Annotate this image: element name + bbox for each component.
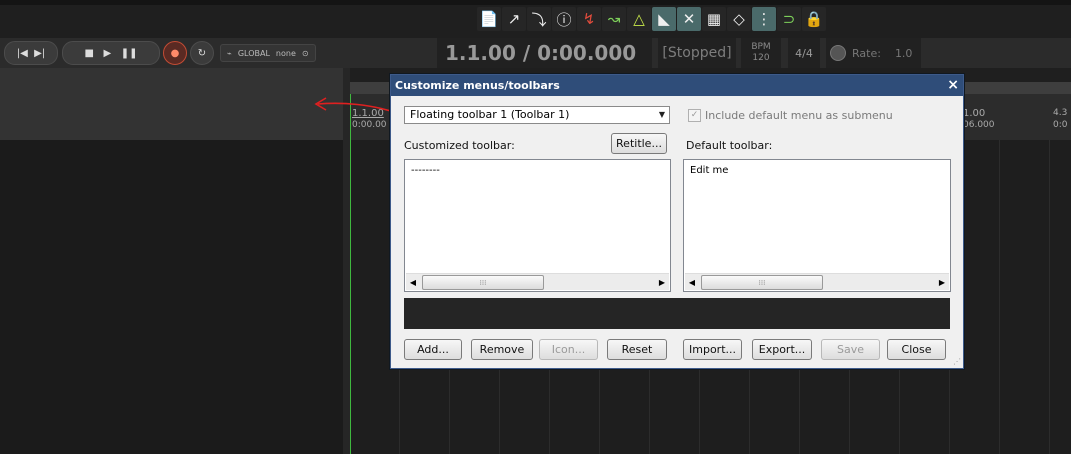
rate-value: 1.0 xyxy=(894,46,913,60)
global-value: none xyxy=(275,48,296,58)
list-item[interactable]: -------- xyxy=(411,165,440,176)
ruler-time-label: 0:00.00 xyxy=(352,120,387,130)
toolbar-preview xyxy=(404,298,950,329)
ripple-icon[interactable]: ◣ xyxy=(652,7,676,31)
retitle-button[interactable]: Retitle... xyxy=(611,133,667,154)
lock-icon[interactable]: 🔒 xyxy=(802,7,826,31)
bpm-display[interactable]: BPM 120 xyxy=(741,38,781,68)
toolbar-select-value: Floating toolbar 1 (Toolbar 1) xyxy=(410,108,570,121)
list-item[interactable]: Edit me xyxy=(690,165,728,176)
top-strip xyxy=(0,0,1071,5)
horizontal-scrollbar[interactable]: ◀ ⁞⁞⁞ ▶ xyxy=(685,273,949,290)
remove-button[interactable]: Remove xyxy=(471,339,533,360)
ruler-bar-label: 1.00 xyxy=(963,108,986,119)
customize-toolbars-dialog: Customize menus/toolbars × Floating tool… xyxy=(390,74,964,369)
toolbar-select[interactable]: Floating toolbar 1 (Toolbar 1) ▼ xyxy=(404,106,670,124)
crossfade-icon[interactable]: ✕ xyxy=(677,7,701,31)
import-button[interactable]: Import... xyxy=(683,339,742,360)
dialog-title-bar[interactable]: Customize menus/toolbars × xyxy=(391,75,963,96)
resize-grip-icon[interactable]: ⋰ xyxy=(953,357,961,366)
rate-knob-icon[interactable] xyxy=(830,45,846,61)
scroll-left-icon[interactable]: ◀ xyxy=(406,274,420,290)
playrate-control[interactable]: Rate: 1.0 xyxy=(826,38,921,68)
default-toolbar-label: Default toolbar: xyxy=(686,139,773,152)
loop-red-icon[interactable]: ↯ xyxy=(577,7,601,31)
new-page-icon[interactable]: 📄 xyxy=(477,7,501,31)
annotation-arrow-icon xyxy=(314,97,401,115)
automation-icon: ⌁ xyxy=(227,48,232,58)
scroll-thumb[interactable]: ⁞⁞⁞ xyxy=(422,275,544,290)
bpm-value: 120 xyxy=(752,53,770,63)
play-cursor xyxy=(350,94,351,454)
global-label: GLOBAL xyxy=(237,48,270,58)
horizontal-scrollbar[interactable]: ◀ ⁞⁞⁞ ▶ xyxy=(406,273,669,290)
bpm-label: BPM xyxy=(751,42,771,52)
customized-toolbar-list[interactable]: -------- ◀ ⁞⁞⁞ ▶ xyxy=(404,159,671,292)
main-toolbar: 📄 ↗ ⤵ ⓘ ↯ ↝ △ ◣ ✕ ▦ ◇ ⋮ ⊃ 🔒 xyxy=(477,7,826,35)
ruler-time-label: 06.000 xyxy=(963,120,995,130)
snap-grid-icon[interactable]: ⋮ xyxy=(752,7,776,31)
time-display[interactable]: 1.1.00 / 0:00.000 xyxy=(437,38,652,68)
scroll-left-icon[interactable]: ◀ xyxy=(685,274,699,290)
transport-buttons[interactable]: ■ ▶ ❚❚ xyxy=(62,41,160,65)
goto-start-end-buttons[interactable]: |◀ ▶| xyxy=(4,41,58,65)
rate-label: Rate: xyxy=(852,46,881,60)
customized-toolbar-label: Customized toolbar: xyxy=(404,139,515,152)
include-default-checkbox[interactable]: ✓ Include default menu as submenu xyxy=(688,109,893,122)
scroll-right-icon[interactable]: ▶ xyxy=(935,274,949,290)
track-control-panel[interactable] xyxy=(0,140,343,454)
include-default-label: Include default menu as submenu xyxy=(705,109,893,122)
ruler-bar-label: 4.3 xyxy=(1053,108,1068,118)
play-state: [Stopped] xyxy=(658,38,736,68)
envelope-points-icon[interactable]: ◇ xyxy=(727,7,751,31)
record-button[interactable]: ● xyxy=(163,41,187,65)
tcp-divider[interactable] xyxy=(343,68,350,454)
ruler-time-label: 0:0 xyxy=(1053,120,1068,130)
close-icon[interactable]: × xyxy=(947,75,959,96)
repeat-button[interactable]: ↻ xyxy=(190,41,214,65)
grid-icon[interactable]: ▦ xyxy=(702,7,726,31)
scroll-thumb[interactable]: ⁞⁞⁞ xyxy=(701,275,823,290)
reset-button[interactable]: Reset xyxy=(607,339,667,360)
chevron-down-icon: ⊙ xyxy=(301,48,309,58)
add-button[interactable]: Add... xyxy=(404,339,462,360)
export-icon[interactable]: ↗ xyxy=(502,7,526,31)
render-icon[interactable]: ⤵ xyxy=(527,7,551,31)
magnet-icon[interactable]: ⊃ xyxy=(777,7,801,31)
icon-button[interactable]: Icon... xyxy=(539,339,598,360)
time-signature[interactable]: 4/4 xyxy=(788,38,820,68)
global-automation-mode[interactable]: ⌁ GLOBAL none ⊙ xyxy=(220,44,316,62)
checkbox-icon[interactable]: ✓ xyxy=(688,109,701,122)
metronome-icon[interactable]: △ xyxy=(627,7,651,31)
envelope-green-icon[interactable]: ↝ xyxy=(602,7,626,31)
chevron-down-icon[interactable]: ▼ xyxy=(659,107,665,123)
dialog-title: Customize menus/toolbars xyxy=(395,79,560,92)
close-button[interactable]: Close xyxy=(887,339,946,360)
scroll-right-icon[interactable]: ▶ xyxy=(655,274,669,290)
export-button[interactable]: Export... xyxy=(752,339,812,360)
default-toolbar-list[interactable]: Edit me ◀ ⁞⁞⁞ ▶ xyxy=(683,159,951,292)
info-icon[interactable]: ⓘ xyxy=(552,7,576,31)
save-button[interactable]: Save xyxy=(821,339,880,360)
